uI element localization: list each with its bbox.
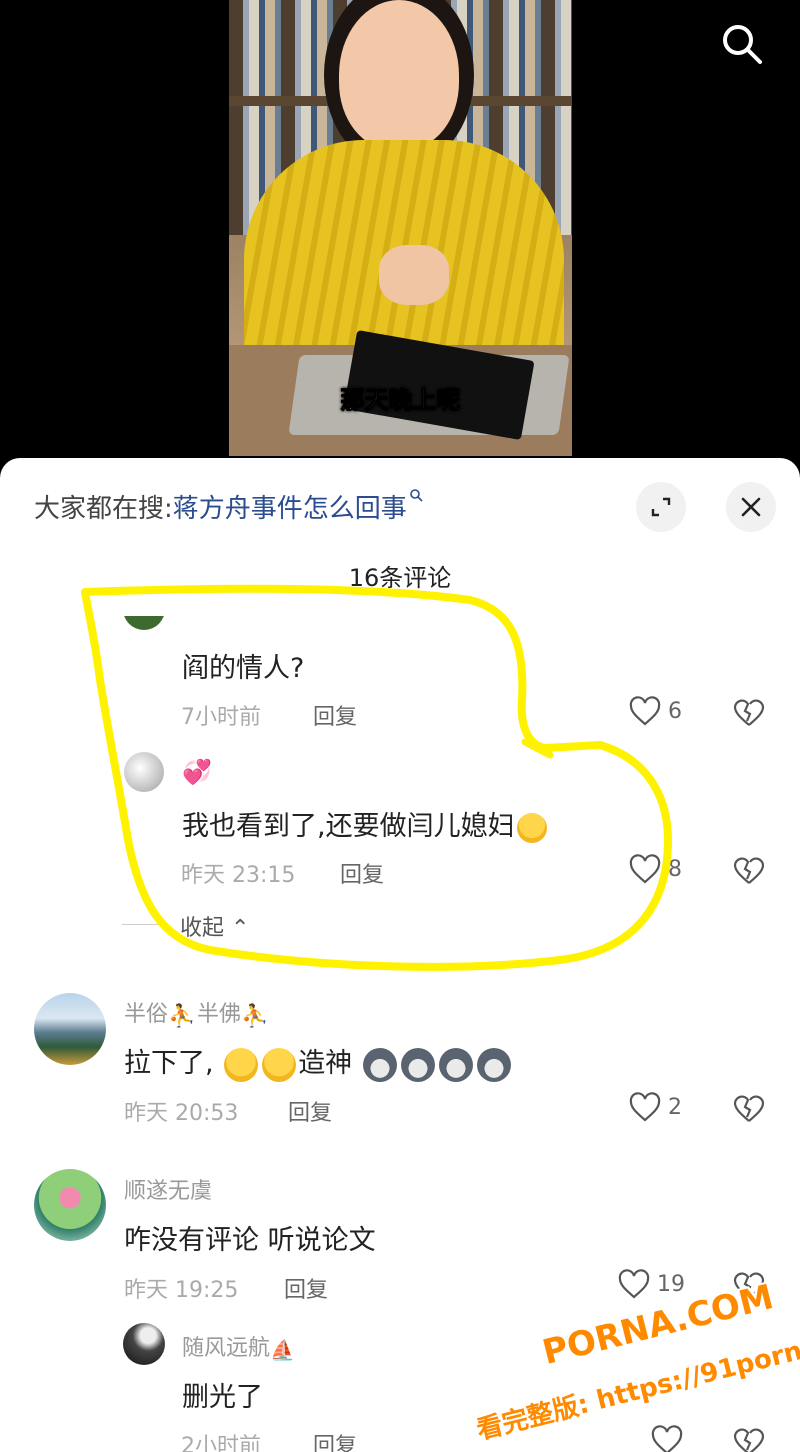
- wolf-emoji-icon: [400, 1047, 435, 1082]
- username-part: 半佛: [197, 1002, 242, 1027]
- username[interactable]: 随风远航⛵: [182, 1330, 295, 1362]
- search-icon[interactable]: [718, 20, 766, 68]
- wolf-emoji-icon: [438, 1047, 473, 1082]
- heart-icon: [629, 1092, 661, 1122]
- comment-text: 咋没有评论 听说论文: [124, 1225, 376, 1256]
- comment-time: 7小时前: [181, 705, 261, 730]
- hot-search-bar[interactable]: 大家都在搜:蒋方舟事件怎么回事: [34, 488, 423, 525]
- like-button[interactable]: 6: [628, 696, 682, 726]
- broken-heart-icon[interactable]: [732, 697, 766, 727]
- reply-button[interactable]: 回复: [284, 1272, 328, 1304]
- person-face: [339, 0, 459, 150]
- video-caption: 那天晚上呢: [340, 386, 461, 415]
- like-count: 6: [668, 698, 682, 724]
- hot-search-prefix: 大家都在搜:: [34, 494, 173, 524]
- close-icon: [741, 497, 761, 517]
- comment-text: 删光了: [182, 1382, 263, 1413]
- comment-count: 16条评论: [348, 564, 452, 592]
- like-count: 2: [668, 1094, 682, 1120]
- comment-text-content: 我也看到了,还要做闫儿媳妇: [182, 811, 515, 842]
- comment-time: 昨天 19:25: [124, 1278, 239, 1303]
- hot-search-keyword[interactable]: 蒋方舟事件怎么回事: [173, 494, 407, 524]
- comment-time: 2小时前: [181, 1434, 261, 1452]
- close-button[interactable]: [726, 482, 776, 532]
- divider: [122, 924, 164, 925]
- comment-time: 昨天 23:15: [181, 863, 296, 888]
- like-button[interactable]: [650, 1425, 684, 1452]
- reply-button[interactable]: 回复: [313, 1428, 357, 1452]
- avatar[interactable]: [34, 993, 106, 1065]
- avatar[interactable]: [123, 616, 165, 630]
- sailboat-icon: ⛵: [270, 1338, 295, 1362]
- comment-text: 阎的情人?: [182, 653, 305, 684]
- heart-icon: [629, 696, 661, 726]
- username-part: 随风远航: [182, 1336, 271, 1361]
- expand-icon: [651, 497, 671, 517]
- collapse-label: 收起: [180, 916, 225, 941]
- heart-icon: [651, 1425, 683, 1452]
- like-button[interactable]: 2: [628, 1092, 682, 1122]
- comment-text-part: 拉下了,: [124, 1048, 214, 1079]
- reply-button[interactable]: 回复: [313, 699, 357, 731]
- chevron-up-icon: ⌃: [231, 916, 250, 941]
- username[interactable]: 顺遂无虞: [124, 1173, 212, 1205]
- avatar[interactable]: [124, 752, 164, 792]
- username[interactable]: 半俗⛹ 半佛⛹: [124, 996, 269, 1029]
- crying-laughing-emoji-icon: [262, 1047, 297, 1082]
- basketball-player-icon: ⛹: [241, 1004, 269, 1029]
- like-count: 19: [657, 1271, 685, 1297]
- wolf-emoji-icon: [476, 1047, 511, 1082]
- video-frame: 那天晚上呢: [229, 0, 572, 456]
- broken-heart-icon[interactable]: [732, 1093, 766, 1123]
- search-small-icon: [409, 489, 423, 502]
- wolf-emoji-icon: [362, 1047, 397, 1082]
- like-count: 8: [668, 856, 682, 882]
- basketball-player-icon: ⛹: [168, 1004, 196, 1029]
- username-part: 半俗: [124, 1002, 169, 1027]
- reply-button[interactable]: 回复: [288, 1095, 332, 1127]
- collapse-replies-button[interactable]: 收起 ⌃: [180, 910, 249, 942]
- heart-icon: [618, 1269, 650, 1299]
- comment-text: 我也看到了,还要做闫儿媳妇: [182, 804, 549, 843]
- comment-text: 拉下了, 造神: [124, 1041, 513, 1082]
- heart-icon: [629, 854, 661, 884]
- avatar[interactable]: [34, 1169, 106, 1241]
- avatar[interactable]: [123, 1323, 165, 1365]
- comment-text-part: 造神: [298, 1048, 353, 1079]
- broken-heart-icon[interactable]: [732, 855, 766, 885]
- broken-heart-icon[interactable]: [732, 1426, 766, 1452]
- person-hands: [379, 245, 449, 305]
- crying-laughing-emoji-icon: [224, 1047, 259, 1082]
- reply-button[interactable]: 回复: [340, 857, 384, 889]
- comment-time: 昨天 20:53: [124, 1101, 239, 1126]
- laughing-emoji-icon: [516, 812, 547, 843]
- heart-emoji-icon: 💞: [182, 758, 212, 786]
- like-button[interactable]: 19: [617, 1269, 685, 1299]
- like-button[interactable]: 8: [628, 854, 682, 884]
- video-player[interactable]: 那天晚上呢: [0, 0, 800, 470]
- expand-button[interactable]: [636, 482, 686, 532]
